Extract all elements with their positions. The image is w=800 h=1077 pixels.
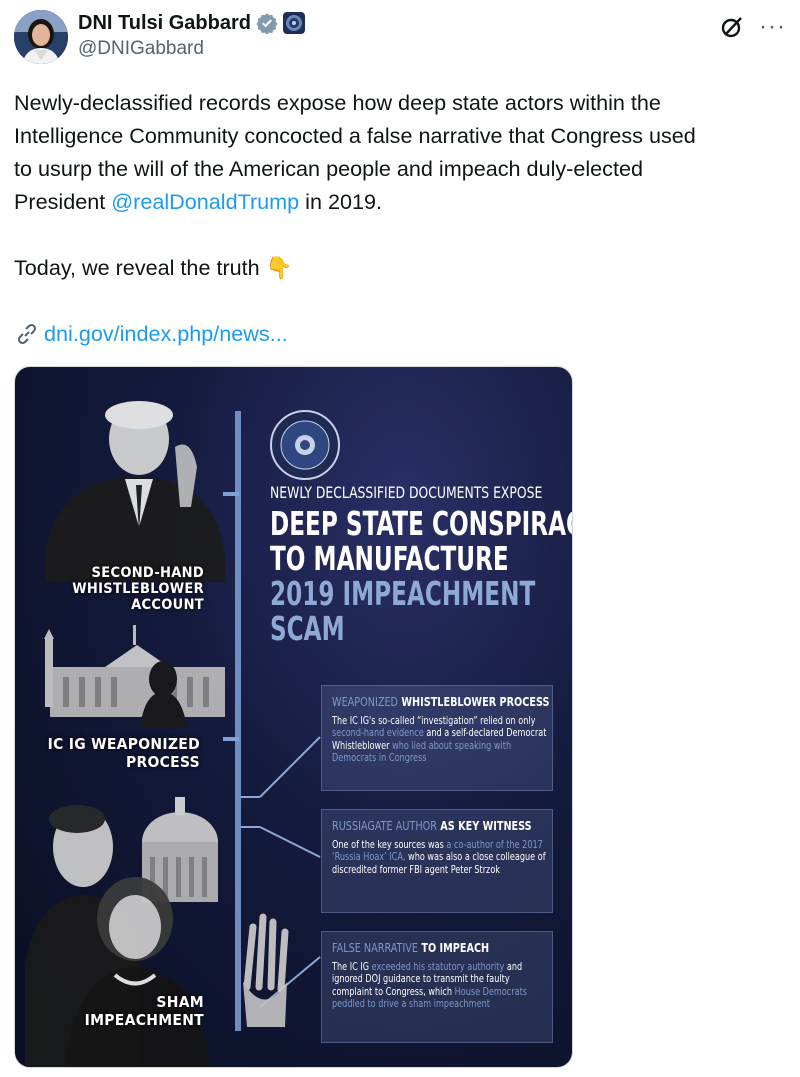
label-second-hand-account: SECOND-HAND WHISTLEBLOWER ACCOUNT	[72, 565, 204, 613]
external-link[interactable]: dni.gov/index.php/news...	[14, 317, 784, 350]
tweet-media-image[interactable]: SECOND-HAND WHISTLEBLOWER ACCOUNT IC IG …	[14, 366, 573, 1068]
more-icon[interactable]: ···	[759, 15, 786, 39]
figure-trump	[45, 401, 225, 582]
tweet-line: Intelligence Community concocted a false…	[14, 123, 696, 148]
figure-hand	[243, 913, 289, 1027]
handle[interactable]: @DNIGabbard	[78, 38, 305, 60]
tweet-text-segment: Today, we reveal the truth	[14, 255, 260, 280]
tweet-line: President @realDonaldTrump in 2019.	[14, 185, 784, 218]
grok-icon[interactable]	[719, 14, 745, 40]
display-name[interactable]: DNI Tulsi Gabbard	[78, 12, 251, 35]
figure-white-house	[44, 625, 225, 727]
avatar[interactable]	[14, 10, 68, 64]
tweet-header: DNI Tulsi Gabbard @DNIGabbard ···	[14, 8, 786, 68]
link-text[interactable]: dni.gov/index.php/news...	[44, 317, 288, 350]
link-icon	[17, 323, 37, 344]
box-weaponized-process: WEAPONIZED WHISTLEBLOWER PROCESS The IC …	[321, 685, 553, 791]
odni-seal-icon	[270, 410, 340, 480]
tweet-line: Today, we reveal the truth 👇	[14, 251, 784, 284]
infographic-headline: NEWLY DECLASSIFIED DOCUMENTS EXPOSE DEEP…	[270, 483, 573, 648]
pointing-down-emoji: 👇	[265, 255, 293, 280]
government-seal-icon[interactable]	[282, 12, 305, 34]
tweet-text: Newly-declassified records expose how de…	[14, 86, 784, 350]
label-ic-ig-process: IC IG WEAPONIZED PROCESS	[47, 735, 200, 771]
tweet-line: to usurp the will of the American people…	[14, 156, 643, 181]
box-russiagate-author: RUSSIAGATE AUTHOR AS KEY WITNESS One of …	[321, 809, 553, 913]
tweet-text-segment: President	[14, 189, 112, 214]
label-sham-impeachment: SHAM IMPEACHMENT	[84, 993, 204, 1029]
box-false-narrative: FALSE NARRATIVE TO IMPEACH The IC IG exc…	[321, 931, 553, 1043]
verified-badge-icon[interactable]	[256, 12, 278, 34]
tweet-text-segment: in 2019.	[299, 189, 383, 214]
tweet-line: Newly-declassified records expose how de…	[14, 90, 661, 115]
mention-link[interactable]: @realDonaldTrump	[111, 189, 299, 214]
